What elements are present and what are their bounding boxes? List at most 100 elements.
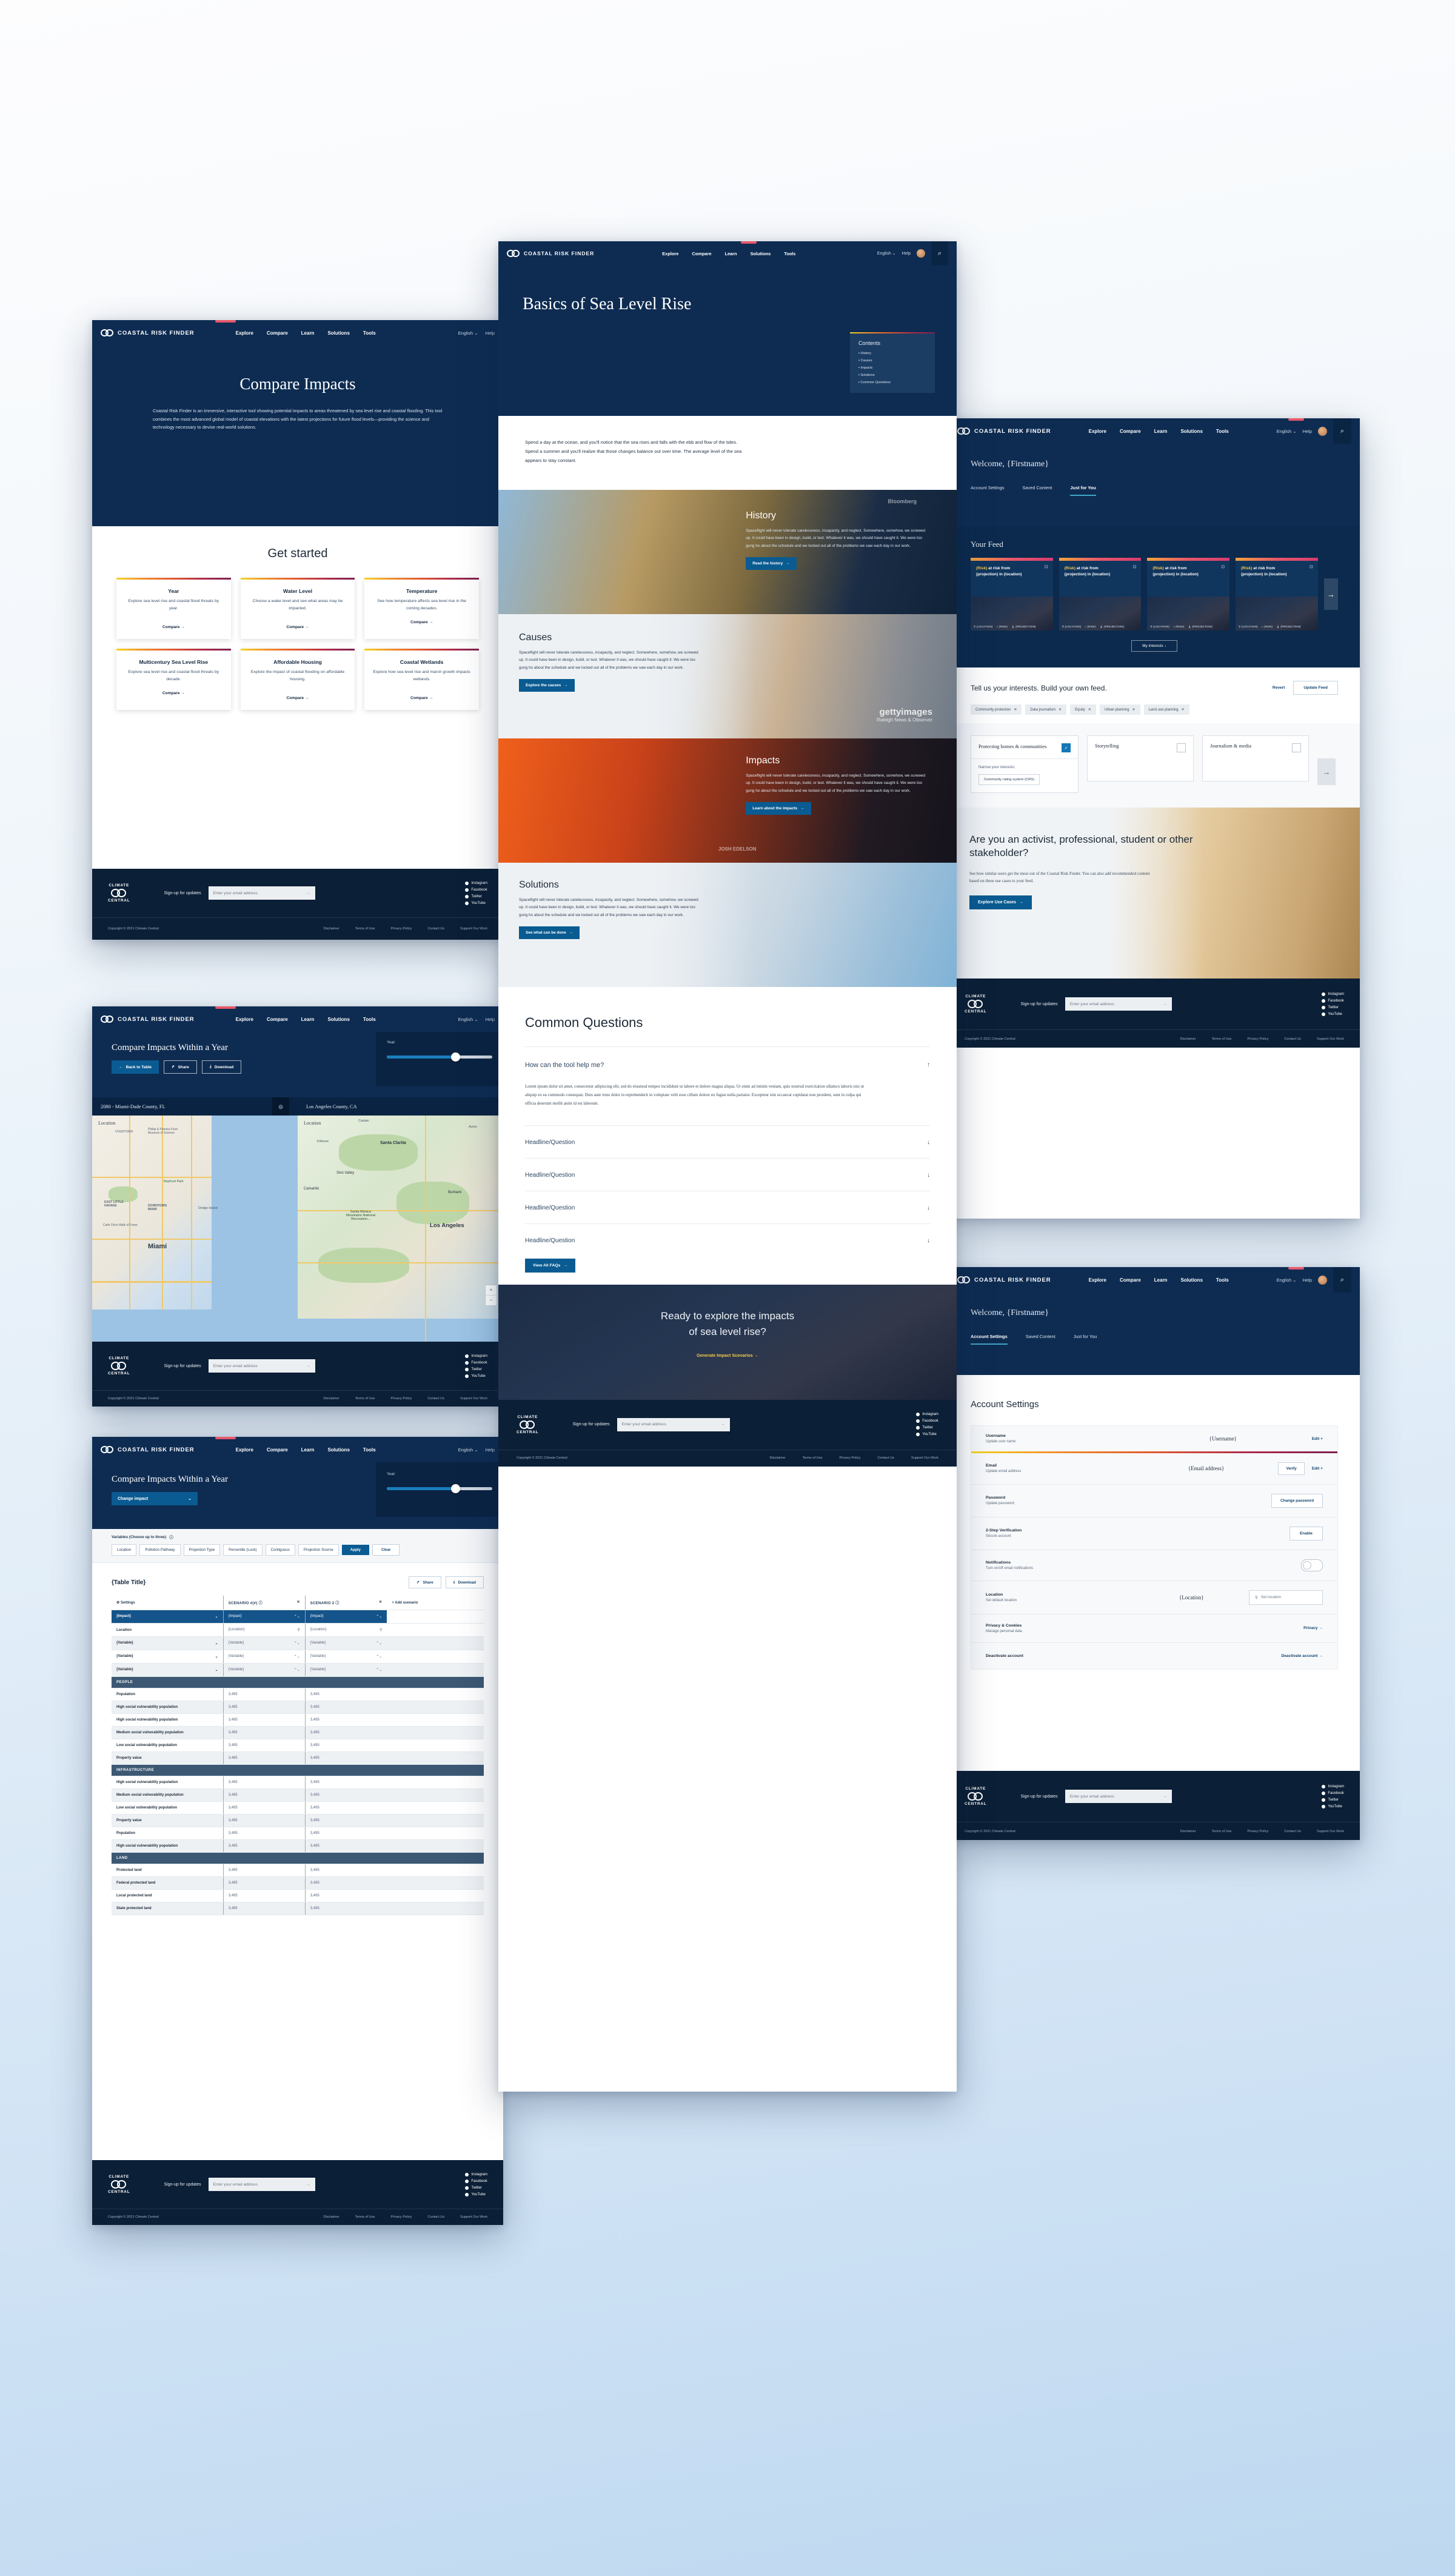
- start-card[interactable]: Multicentury Sea Level Rise Explore sea …: [116, 649, 231, 710]
- year-slider[interactable]: [387, 1484, 492, 1493]
- legal-contact[interactable]: Contact Us: [427, 927, 444, 931]
- close-icon[interactable]: ✕: [1132, 708, 1136, 712]
- nav-link-solutions[interactable]: Solutions: [327, 330, 349, 336]
- submit-arrow-icon[interactable]: →: [306, 891, 310, 895]
- start-card-cta[interactable]: Compare →: [248, 696, 348, 700]
- social-instagram[interactable]: Instagram: [916, 1413, 938, 1417]
- learn-impacts-button[interactable]: Learn about the impacts →: [746, 802, 811, 815]
- email-signup-input[interactable]: Enter your email address →: [1065, 1790, 1172, 1803]
- social-twitter[interactable]: Twitter: [916, 1426, 938, 1430]
- feed-card[interactable]: ⊡ (Risk) at risk from (projection) in (l…: [1236, 558, 1318, 631]
- language-selector[interactable]: English ⌄: [458, 1447, 478, 1453]
- social-youtube[interactable]: YouTube: [465, 2192, 487, 2196]
- verify-email-button[interactable]: Verify: [1278, 1462, 1305, 1475]
- nav-link-tools[interactable]: Tools: [363, 330, 376, 336]
- add-scenario-button[interactable]: + Add scenario: [387, 1596, 484, 1610]
- legal-contact[interactable]: Contact Us: [427, 2215, 444, 2219]
- start-card[interactable]: Affordable Housing Explore the impact of…: [240, 649, 355, 710]
- edit-email-link[interactable]: Edit +: [1312, 1467, 1323, 1471]
- feed-card[interactable]: ⊡ (Risk) at risk from (projection) in (l…: [971, 558, 1053, 631]
- brand-logo[interactable]: COASTAL RISK FINDER: [507, 250, 594, 257]
- nav-link-solutions[interactable]: Solutions: [1180, 1277, 1202, 1283]
- interest-tag[interactable]: Community protection ✕: [971, 704, 1022, 715]
- legal-disclaimer[interactable]: Disclaimer: [323, 1397, 339, 1400]
- brand-logo[interactable]: COASTAL RISK FINDER: [957, 1276, 1051, 1283]
- enable-2step-button[interactable]: Enable: [1289, 1526, 1323, 1541]
- nav-link-compare[interactable]: Compare: [267, 330, 288, 336]
- feed-next-button[interactable]: →: [1323, 578, 1339, 610]
- stepper-icon[interactable]: ⌃⌄: [376, 1654, 382, 1659]
- nav-link-solutions[interactable]: Solutions: [327, 1017, 349, 1022]
- interest-tag[interactable]: Equity ✕: [1070, 704, 1096, 715]
- table-row[interactable]: {Variable} ⌄ {Variable} ⌃⌄ {Variable} ⌃⌄: [112, 1663, 484, 1677]
- submit-arrow-icon[interactable]: →: [306, 2183, 310, 2187]
- save-icon[interactable]: ⊡: [1133, 564, 1137, 569]
- generate-impact-scenarios-link[interactable]: Generate Impact Scenarios →: [697, 1353, 758, 1358]
- search-icon[interactable]: ⌕: [931, 241, 948, 266]
- stepper-icon[interactable]: ⌃⌄: [294, 1641, 300, 1645]
- user-avatar[interactable]: [1318, 426, 1327, 436]
- zoom-out-button[interactable]: −: [486, 1296, 497, 1305]
- language-selector[interactable]: English ⌄: [1277, 429, 1297, 434]
- update-feed-button[interactable]: Update Feed: [1293, 681, 1338, 695]
- social-facebook[interactable]: Facebook: [1322, 999, 1344, 1003]
- nav-link-solutions[interactable]: Solutions: [1180, 429, 1202, 434]
- faq-item[interactable]: Headline/Question ↓: [525, 1157, 930, 1191]
- stepper-icon[interactable]: ⌃⌄: [294, 1654, 300, 1659]
- social-youtube[interactable]: YouTube: [1322, 1012, 1344, 1016]
- share-button[interactable]: ↱ Share: [409, 1576, 441, 1588]
- nav-link-explore[interactable]: Explore: [1089, 1277, 1106, 1283]
- variable-chip-contiguous[interactable]: Contiguous: [265, 1544, 295, 1556]
- nav-link-explore[interactable]: Explore: [236, 1447, 253, 1453]
- back-to-table-button[interactable]: ← Back to Table: [112, 1060, 159, 1074]
- help-link[interactable]: Help: [486, 330, 495, 336]
- nav-link-tools[interactable]: Tools: [1216, 429, 1229, 434]
- table-row[interactable]: {Variable} ⌄ {Variable} ⌃⌄ {Variable} ⌃⌄: [112, 1636, 484, 1650]
- email-signup-input[interactable]: Enter your email address →: [208, 1359, 315, 1373]
- info-icon[interactable]: ⓘ: [169, 1534, 173, 1540]
- nav-link-compare[interactable]: Compare: [1120, 1277, 1141, 1283]
- chevron-down-icon[interactable]: ↓: [927, 1172, 930, 1179]
- legal-support[interactable]: Support Our Work: [1317, 1830, 1344, 1833]
- email-signup-input[interactable]: Enter your email address →: [208, 2178, 315, 2191]
- tab-saved-content[interactable]: Saved Content: [1022, 485, 1052, 496]
- legal-support[interactable]: Support Our Work: [460, 1397, 487, 1400]
- legal-disclaimer[interactable]: Disclaimer: [323, 2215, 339, 2219]
- tab-account-settings[interactable]: Account Settings: [971, 485, 1004, 496]
- nav-link-tools[interactable]: Tools: [363, 1017, 376, 1022]
- stepper-icon[interactable]: ⌃⌄: [294, 1614, 300, 1619]
- map-miami[interactable]: Location OVERTOWN Phillip & Patricia Fro…: [92, 1116, 298, 1352]
- legal-disclaimer[interactable]: Disclaimer: [1180, 1830, 1196, 1833]
- legal-privacy[interactable]: Privacy Policy: [391, 1397, 412, 1400]
- close-icon[interactable]: ✕: [1088, 708, 1091, 712]
- table-row[interactable]: Location {Location} ⚲ {Location} ⚲: [112, 1623, 484, 1637]
- privacy-link[interactable]: Privacy →: [1303, 1626, 1323, 1630]
- nav-link-explore[interactable]: Explore: [662, 251, 678, 256]
- interest-checkbox[interactable]: ✓: [1062, 743, 1071, 752]
- faq-item[interactable]: Headline/Question ↓: [525, 1190, 930, 1223]
- language-selector[interactable]: English ⌄: [458, 1017, 478, 1022]
- start-card[interactable]: Year Explore sea level rise and coastal …: [116, 578, 231, 639]
- faq-item[interactable]: Headline/Question ↓: [525, 1125, 930, 1158]
- submit-arrow-icon[interactable]: →: [1163, 1002, 1167, 1006]
- chevron-down-icon[interactable]: ↓: [927, 1205, 930, 1211]
- legal-privacy[interactable]: Privacy Policy: [391, 927, 412, 931]
- start-card-cta[interactable]: Compare →: [124, 691, 224, 695]
- stepper-icon[interactable]: ⌃⌄: [376, 1614, 382, 1619]
- social-youtube[interactable]: YouTube: [465, 901, 487, 905]
- nav-link-explore[interactable]: Explore: [236, 330, 253, 336]
- stepper-icon[interactable]: ⌃⌄: [376, 1668, 382, 1672]
- social-twitter[interactable]: Twitter: [465, 2186, 487, 2190]
- interest-card[interactable]: Protecting homes & communities ✓ Narrow …: [971, 735, 1079, 793]
- nav-link-tools[interactable]: Tools: [363, 1447, 376, 1453]
- tab-just-for-you[interactable]: Just for You: [1074, 1334, 1097, 1345]
- read-history-button[interactable]: Read the history →: [746, 557, 797, 570]
- start-card-cta[interactable]: Compare →: [248, 625, 348, 629]
- legal-terms[interactable]: Terms of Use: [1212, 1037, 1232, 1041]
- legal-privacy[interactable]: Privacy Policy: [840, 1456, 861, 1460]
- variable-chip-projection-source[interactable]: Projection Source: [298, 1544, 339, 1556]
- see-solutions-button[interactable]: See what can be done →: [519, 926, 580, 940]
- help-link[interactable]: Help: [902, 252, 911, 256]
- interests-next-button[interactable]: →: [1317, 758, 1336, 785]
- nav-link-explore[interactable]: Explore: [1089, 429, 1106, 434]
